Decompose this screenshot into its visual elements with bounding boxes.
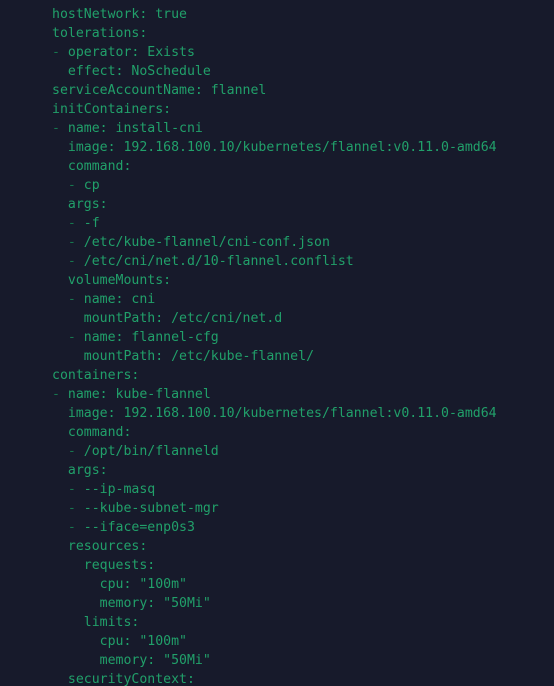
yaml-line-text: name: install-cni <box>67 121 203 136</box>
yaml-line-text: operator: Exists <box>67 45 195 60</box>
terminal-line: - --iface=enp0s3 <box>52 518 554 537</box>
terminal-line: mountPath: /etc/cni/net.d <box>52 309 554 328</box>
terminal-line: requests: <box>52 556 554 575</box>
yaml-line-text: args: <box>52 463 108 478</box>
terminal-line: - /etc/cni/net.d/10-flannel.conflist <box>52 252 554 271</box>
yaml-list-dash: - <box>52 235 84 250</box>
terminal-line: - /opt/bin/flanneld <box>52 442 554 461</box>
yaml-list-dash: - <box>52 444 84 459</box>
terminal-line: args: <box>52 195 554 214</box>
terminal-line: - cp <box>52 176 554 195</box>
terminal-line: containers: <box>52 366 554 385</box>
yaml-line-text: -f <box>83 216 100 231</box>
terminal-line: - operator: Exists <box>52 43 554 62</box>
yaml-list-dash: - <box>52 121 68 136</box>
yaml-line-text: cpu: "100m" <box>52 577 187 592</box>
yaml-line-text: --iface=enp0s3 <box>83 520 195 535</box>
terminal-line: - name: kube-flannel <box>52 385 554 404</box>
terminal-line: memory: "50Mi" <box>52 594 554 613</box>
yaml-line-text: command: <box>52 425 132 440</box>
terminal-line: cpu: "100m" <box>52 575 554 594</box>
terminal-line: - --kube-subnet-mgr <box>52 499 554 518</box>
yaml-line-text: limits: <box>52 615 140 630</box>
yaml-line-text: requests: <box>52 558 156 573</box>
yaml-line-text: tolerations: <box>52 26 148 41</box>
terminal-line: hostNetwork: true <box>52 5 554 24</box>
yaml-list-dash: - <box>52 45 68 60</box>
yaml-line-text: containers: <box>52 368 140 383</box>
terminal-line: command: <box>52 157 554 176</box>
yaml-line-text: /opt/bin/flanneld <box>83 444 219 459</box>
yaml-list-dash: - <box>52 178 84 193</box>
terminal-line: effect: NoSchedule <box>52 62 554 81</box>
terminal-line: - name: flannel-cfg <box>52 328 554 347</box>
yaml-list-dash: - <box>52 254 84 269</box>
terminal-line: command: <box>52 423 554 442</box>
yaml-line-text: args: <box>52 197 108 212</box>
terminal-line: limits: <box>52 613 554 632</box>
terminal-line: args: <box>52 461 554 480</box>
yaml-line-text: cpu: "100m" <box>52 634 187 649</box>
terminal-line: memory: "50Mi" <box>52 651 554 670</box>
terminal-line: initContainers: <box>52 100 554 119</box>
terminal-line: - -f <box>52 214 554 233</box>
yaml-list-dash: - <box>52 387 68 402</box>
terminal-text-buffer[interactable]: amd64 hostNetwork: true tolerations: - oper… <box>0 0 554 686</box>
terminal-line: - name: install-cni <box>52 119 554 138</box>
terminal-line: resources: <box>52 537 554 556</box>
yaml-line-text: /etc/cni/net.d/10-flannel.conflist <box>83 254 354 269</box>
yaml-line-text: memory: "50Mi" <box>52 596 211 611</box>
yaml-line-text: image: 192.168.100.10/kubernetes/flannel… <box>52 406 497 421</box>
yaml-list-dash: - <box>52 216 84 231</box>
yaml-line-text: --ip-masq <box>83 482 156 497</box>
yaml-line-text: mountPath: /etc/cni/net.d <box>52 311 283 326</box>
terminal-line: - --ip-masq <box>52 480 554 499</box>
yaml-line-text: serviceAccountName: flannel <box>52 83 267 98</box>
terminal-line: volumeMounts: <box>52 271 554 290</box>
terminal-line: serviceAccountName: flannel <box>52 81 554 100</box>
yaml-line-text: image: 192.168.100.10/kubernetes/flannel… <box>52 140 497 155</box>
terminal-line: mountPath: /etc/kube-flannel/ <box>52 347 554 366</box>
yaml-line-text: hostNetwork: true <box>52 7 187 22</box>
yaml-line-text: name: kube-flannel <box>67 387 211 402</box>
yaml-list-dash: - <box>52 482 84 497</box>
yaml-line-text: resources: <box>52 539 148 554</box>
yaml-list-dash: - <box>52 292 84 307</box>
yaml-line-text: cp <box>83 178 100 193</box>
terminal-line: cpu: "100m" <box>52 632 554 651</box>
yaml-line-text: effect: NoSchedule <box>52 64 211 79</box>
yaml-line-text: mountPath: /etc/kube-flannel/ <box>52 349 315 364</box>
yaml-list-dash: - <box>52 520 84 535</box>
yaml-line-text: name: cni <box>83 292 156 307</box>
terminal-line: - /etc/kube-flannel/cni-conf.json <box>52 233 554 252</box>
yaml-list-dash: - <box>52 330 84 345</box>
yaml-line-text: --kube-subnet-mgr <box>83 501 219 516</box>
terminal-window[interactable]: amd64 hostNetwork: true tolerations: - oper… <box>0 0 554 686</box>
yaml-line-text: /etc/kube-flannel/cni-conf.json <box>83 235 330 250</box>
terminal-line: image: 192.168.100.10/kubernetes/flannel… <box>52 404 554 423</box>
yaml-line-text: command: <box>52 159 132 174</box>
terminal-line: securityContext: <box>52 670 554 686</box>
yaml-list-dash: - <box>52 501 84 516</box>
terminal-line: tolerations: <box>52 24 554 43</box>
yaml-line-text: name: flannel-cfg <box>83 330 219 345</box>
terminal-line: - name: cni <box>52 290 554 309</box>
yaml-line-text: securityContext: <box>52 672 195 686</box>
terminal-line: image: 192.168.100.10/kubernetes/flannel… <box>52 138 554 157</box>
yaml-line-text: initContainers: <box>52 102 172 117</box>
yaml-line-text: memory: "50Mi" <box>52 653 211 668</box>
yaml-line-text: amd64 <box>52 0 251 3</box>
yaml-line-text: volumeMounts: <box>52 273 172 288</box>
